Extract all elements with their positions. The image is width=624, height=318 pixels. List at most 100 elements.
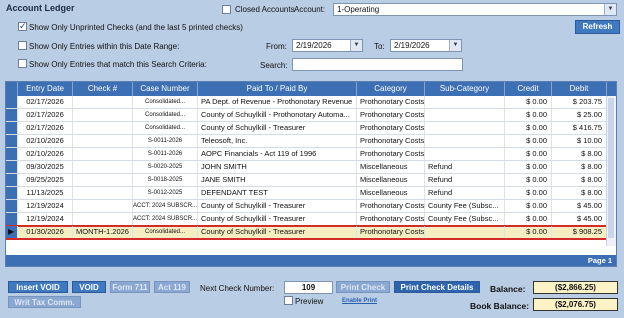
table-row[interactable]: 02/17/2026 Consolidated... County of Schuy…	[6, 122, 616, 135]
next-check-input[interactable]: 109	[284, 281, 333, 294]
refresh-button[interactable]: Refresh	[575, 20, 620, 34]
cell-check	[73, 200, 133, 212]
column-header-check[interactable]: Check #	[73, 82, 133, 96]
ledger-grid: Entry Date Check # Case Number Paid To /…	[5, 81, 617, 267]
account-select[interactable]: 1-Operating ▼	[333, 3, 617, 16]
enable-print-link[interactable]: Enable Print	[342, 298, 377, 304]
row-selector[interactable]	[6, 161, 18, 173]
act119-button[interactable]: Act 119	[154, 281, 190, 293]
preview-checkbox[interactable]	[284, 296, 293, 307]
to-date-picker[interactable]: 2/19/2026 ▼	[390, 39, 462, 52]
show-unprinted-checkbox[interactable]	[18, 22, 27, 33]
cell-sub	[425, 109, 505, 121]
cell-cat: Miscellaneous	[357, 161, 425, 173]
search-criteria-checkbox[interactable]	[18, 59, 27, 70]
row-selector[interactable]	[6, 96, 18, 108]
print-check-button[interactable]: Print Check	[336, 281, 390, 293]
void-button[interactable]: VOID	[72, 281, 106, 293]
cell-credit: $ 0.00	[505, 226, 552, 238]
cell-check	[73, 135, 133, 147]
table-row[interactable]: 02/10/2026 S-0011-2026 AOPC Financials - A…	[6, 148, 616, 161]
row-selector[interactable]: ▶	[6, 226, 18, 238]
grid-pager[interactable]: Page 1	[6, 255, 616, 266]
cell-case: S-0012-2025	[133, 187, 198, 199]
row-selector[interactable]	[6, 148, 18, 160]
cell-sub: County Fee (Subsc...	[425, 213, 505, 225]
cell-debit: $ 8.00	[552, 174, 607, 186]
cell-cat: Prothonotary Costs	[357, 96, 425, 108]
cell-credit: $ 0.00	[505, 161, 552, 173]
cell-cat: Prothonotary Costs	[357, 109, 425, 121]
cell-date: 02/10/2026	[18, 148, 73, 160]
row-selector[interactable]	[6, 213, 18, 225]
writ-tax-comm-button[interactable]: Writ Tax Comm.	[8, 296, 81, 308]
from-label: From:	[266, 42, 287, 51]
cell-paid: County of Schuylkill - Treasurer	[198, 226, 357, 238]
table-row[interactable]: 09/30/2025 S-0020-2025 JOHN SMITH Miscellan…	[6, 161, 616, 174]
cell-check	[73, 187, 133, 199]
row-pointer-icon: ▶	[8, 227, 15, 236]
column-header-debit[interactable]: Debit	[552, 82, 607, 96]
cell-paid: County of Schuylkill - Treasurer	[198, 200, 357, 212]
table-row[interactable]: 02/10/2026 S-0011-2026 Teleosoft, Inc. Prot…	[6, 135, 616, 148]
cell-date: 09/30/2025	[18, 161, 73, 173]
row-selector[interactable]	[6, 109, 18, 121]
row-selector[interactable]	[6, 200, 18, 212]
date-range-label: Show Only Entries within this Date Range…	[29, 42, 180, 51]
search-input[interactable]	[292, 58, 463, 71]
table-row[interactable]: 02/17/2026 Consolidated... PA Dept. of Rev…	[6, 96, 616, 109]
row-selector[interactable]	[6, 135, 18, 147]
cell-credit: $ 0.00	[505, 213, 552, 225]
date-range-checkbox[interactable]	[18, 41, 27, 52]
table-row-selected[interactable]: ▶ 01/30/2026 MONTH-1.2026 Consolidated... Co…	[6, 225, 616, 240]
cell-case: Consolidated...	[133, 226, 198, 238]
insert-void-button[interactable]: Insert VOID	[8, 281, 68, 293]
row-selector[interactable]	[6, 122, 18, 134]
scrollbar-thumb[interactable]	[608, 98, 614, 238]
row-selector[interactable]	[6, 187, 18, 199]
cell-case: ACCT: 2024 SUBSCR...	[133, 213, 198, 225]
cell-paid: County of Schuylkill - Treasurer	[198, 213, 357, 225]
cell-date: 02/17/2026	[18, 109, 73, 121]
cell-sub: County Fee (Subsc...	[425, 200, 505, 212]
table-row[interactable]: 12/19/2024 ACCT: 2024 SUBSCR... County of …	[6, 200, 616, 213]
cell-credit: $ 0.00	[505, 187, 552, 199]
column-header-entry-date[interactable]: Entry Date	[18, 82, 73, 96]
cell-cat: Prothonotary Costs	[357, 200, 425, 212]
column-header-category[interactable]: Category	[357, 82, 425, 96]
from-date-picker[interactable]: 2/19/2026 ▼	[292, 39, 363, 52]
chevron-down-icon: ▼	[350, 40, 362, 51]
cell-debit: $ 45.00	[552, 213, 607, 225]
cell-sub	[425, 96, 505, 108]
to-date-value: 2/19/2026	[394, 41, 430, 50]
cell-case: S-0018-2025	[133, 174, 198, 186]
vertical-scrollbar[interactable]	[606, 96, 616, 246]
form711-button[interactable]: Form 711	[110, 281, 150, 293]
search-criteria-label: Show Only Entries that match this Search…	[29, 60, 207, 69]
column-header-sub-category[interactable]: Sub-Category	[425, 82, 505, 96]
cell-paid: AOPC Financials - Act 119 of 1996	[198, 148, 357, 160]
cell-case: S-0011-2026	[133, 135, 198, 147]
closed-accounts-label: Closed Accounts	[235, 5, 295, 14]
column-header-case-number[interactable]: Case Number	[133, 82, 198, 96]
cell-credit: $ 0.00	[505, 122, 552, 134]
table-row[interactable]: 02/17/2026 Consolidated... County of Schuy…	[6, 109, 616, 122]
chevron-down-icon: ▼	[604, 4, 616, 15]
column-header-paid-to[interactable]: Paid To / Paid By	[198, 82, 357, 96]
cell-check	[73, 96, 133, 108]
table-row[interactable]: 09/25/2025 S-0018-2025 JANE SMITH Miscellan…	[6, 174, 616, 187]
cell-case: S-0020-2025	[133, 161, 198, 173]
cell-sub	[425, 148, 505, 160]
book-balance-value: ($2,076.75)	[533, 298, 618, 311]
row-header-corner	[6, 82, 18, 96]
row-selector[interactable]	[6, 174, 18, 186]
account-select-value: 1-Operating	[337, 5, 380, 14]
cell-credit: $ 0.00	[505, 174, 552, 186]
print-check-details-button[interactable]: Print Check Details	[394, 281, 480, 293]
table-row[interactable]: 12/19/2024 ACCT: 2024 SUBSCR... County of …	[6, 213, 616, 226]
closed-accounts-checkbox[interactable]	[222, 5, 231, 16]
from-date-value: 2/19/2026	[296, 41, 332, 50]
table-row[interactable]: 11/13/2025 S-0012-2025 DEFENDANT TEST Misce…	[6, 187, 616, 200]
cell-date: 12/19/2024	[18, 213, 73, 225]
column-header-credit[interactable]: Credit	[505, 82, 552, 96]
